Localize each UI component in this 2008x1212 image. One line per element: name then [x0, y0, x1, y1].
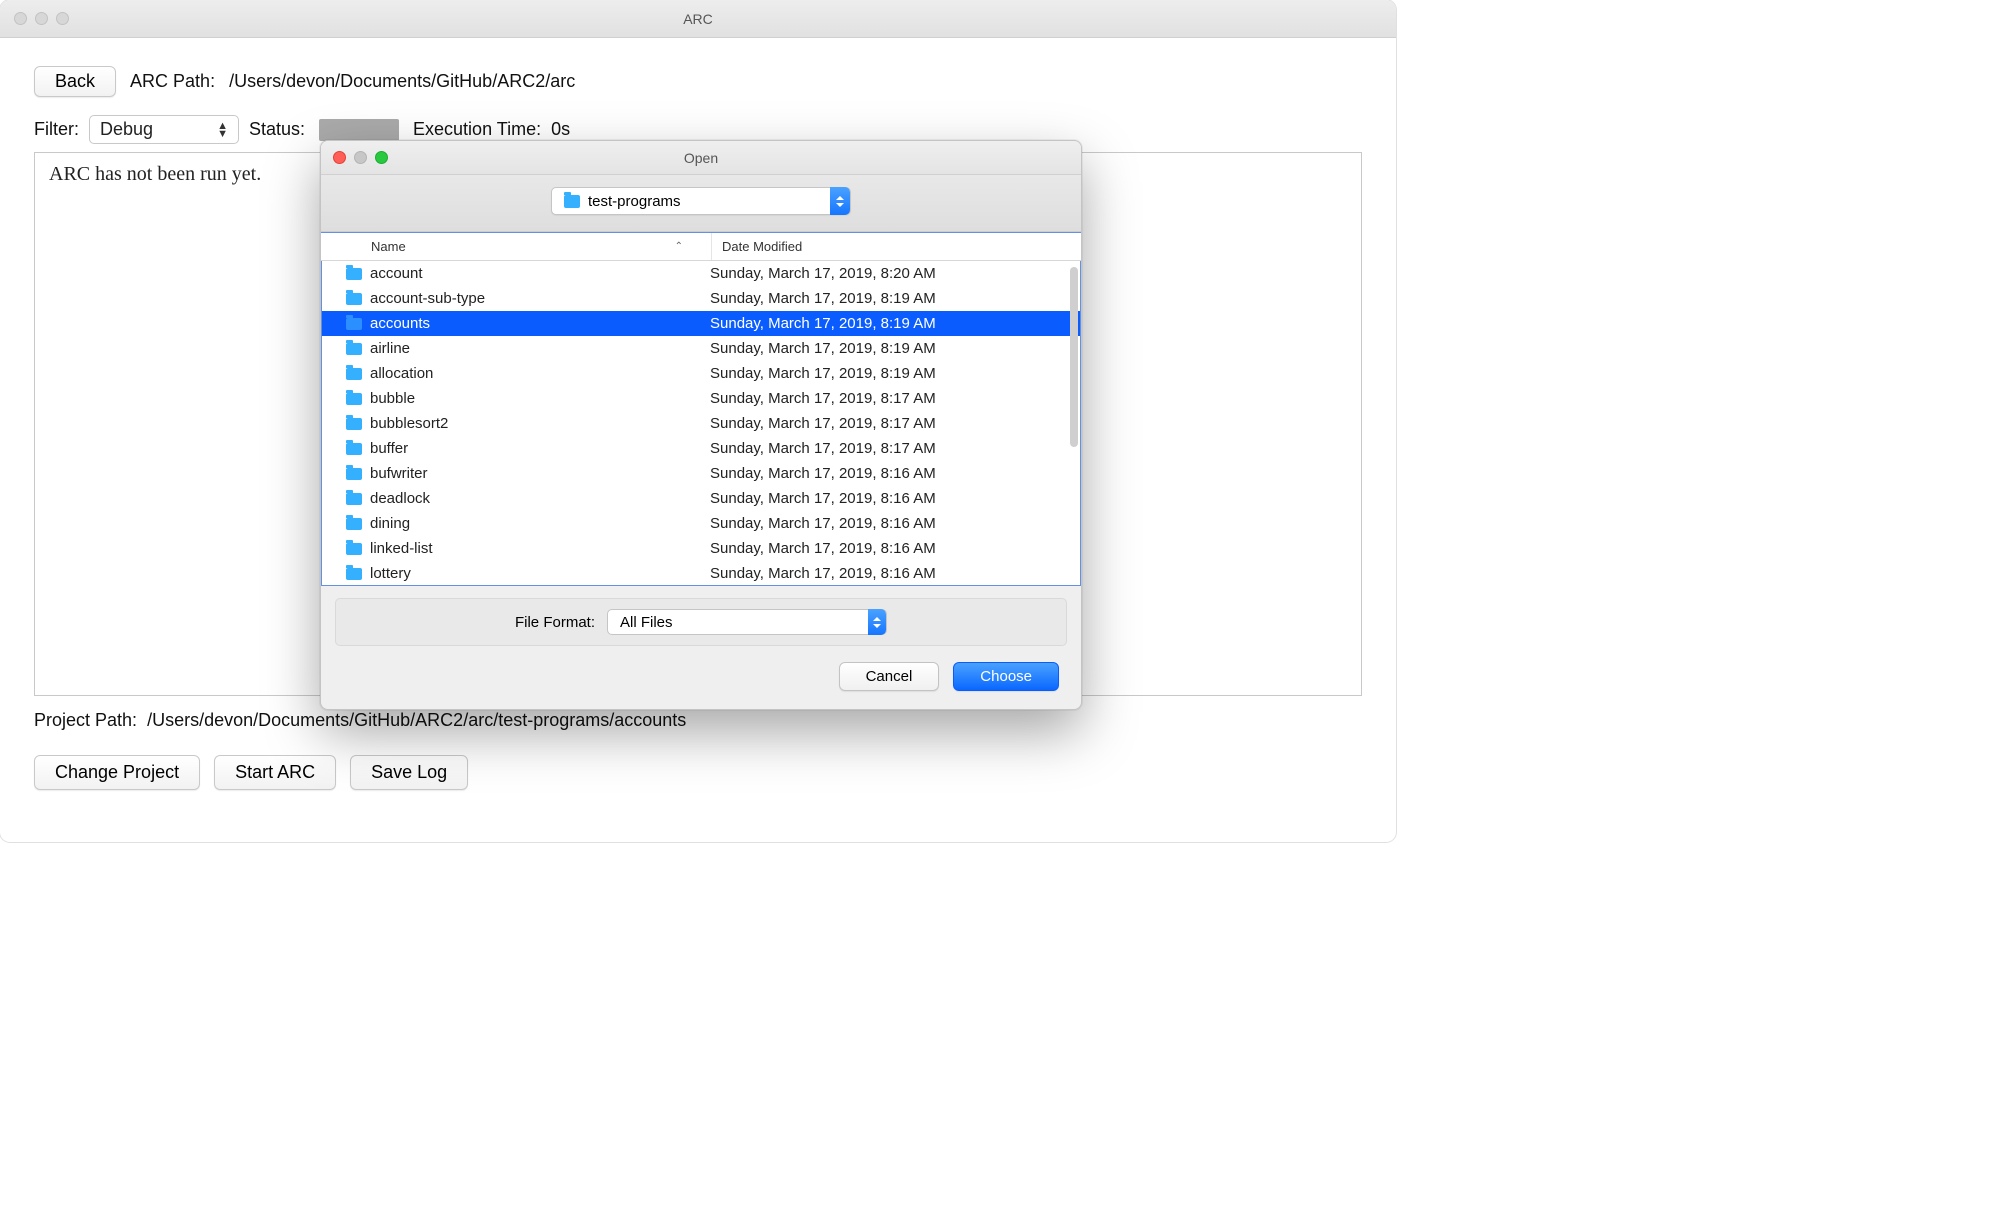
file-row[interactable]: diningSunday, March 17, 2019, 8:16 AM: [322, 511, 1080, 536]
list-header: Name ⌃ Date Modified: [321, 233, 1081, 261]
folder-icon: [346, 518, 362, 530]
file-date: Sunday, March 17, 2019, 8:20 AM: [710, 265, 1080, 282]
file-row[interactable]: linked-listSunday, March 17, 2019, 8:16 …: [322, 536, 1080, 561]
folder-icon: [346, 418, 362, 430]
file-row[interactable]: allocationSunday, March 17, 2019, 8:19 A…: [322, 361, 1080, 386]
file-name: account-sub-type: [370, 290, 710, 307]
file-date: Sunday, March 17, 2019, 8:19 AM: [710, 315, 1080, 332]
updown-icon: ▲▼: [217, 122, 228, 138]
file-format-bar: File Format: All Files: [335, 598, 1067, 646]
file-name: accounts: [370, 315, 710, 332]
filter-value: Debug: [100, 119, 153, 140]
file-name: allocation: [370, 365, 710, 382]
column-date-label: Date Modified: [722, 239, 802, 254]
file-date: Sunday, March 17, 2019, 8:16 AM: [710, 490, 1080, 507]
choose-button[interactable]: Choose: [953, 662, 1059, 691]
folder-icon: [346, 568, 362, 580]
open-dialog: Open test-programs Name ⌃ Date Modified …: [320, 140, 1082, 710]
project-path-label: Project Path:: [34, 710, 137, 731]
folder-icon: [346, 493, 362, 505]
column-date-header[interactable]: Date Modified: [711, 233, 1081, 260]
start-arc-button[interactable]: Start ARC: [214, 755, 336, 790]
status-label: Status:: [249, 119, 305, 140]
status-indicator: [319, 119, 399, 141]
file-date: Sunday, March 17, 2019, 8:17 AM: [710, 440, 1080, 457]
location-select[interactable]: test-programs: [551, 187, 851, 215]
file-row[interactable]: accountsSunday, March 17, 2019, 8:19 AM: [322, 311, 1080, 336]
file-row[interactable]: lotterySunday, March 17, 2019, 8:16 AM: [322, 561, 1080, 585]
file-date: Sunday, March 17, 2019, 8:19 AM: [710, 290, 1080, 307]
file-name: deadlock: [370, 490, 710, 507]
file-name: dining: [370, 515, 710, 532]
save-log-button[interactable]: Save Log: [350, 755, 468, 790]
file-name: lottery: [370, 565, 710, 582]
folder-icon: [346, 543, 362, 555]
file-date: Sunday, March 17, 2019, 8:17 AM: [710, 415, 1080, 432]
file-row[interactable]: bufferSunday, March 17, 2019, 8:17 AM: [322, 436, 1080, 461]
file-date: Sunday, March 17, 2019, 8:16 AM: [710, 540, 1080, 557]
file-name: bufwriter: [370, 465, 710, 482]
dialog-title: Open: [321, 150, 1081, 166]
filter-label: Filter:: [34, 119, 79, 140]
column-name-header[interactable]: Name ⌃: [321, 233, 711, 260]
dialog-titlebar[interactable]: Open: [321, 141, 1081, 175]
file-date: Sunday, March 17, 2019, 8:16 AM: [710, 515, 1080, 532]
folder-icon: [346, 268, 362, 280]
cancel-button[interactable]: Cancel: [839, 662, 940, 691]
exec-time-label: Execution Time:: [413, 119, 541, 140]
arc-path-value: /Users/devon/Documents/GitHub/ARC2/arc: [229, 71, 575, 92]
file-name: bubble: [370, 390, 710, 407]
action-row: Change Project Start ARC Save Log: [34, 755, 1362, 790]
location-value: test-programs: [588, 193, 830, 210]
folder-icon: [346, 293, 362, 305]
window-title: ARC: [0, 11, 1396, 27]
file-date: Sunday, March 17, 2019, 8:16 AM: [710, 465, 1080, 482]
file-row[interactable]: account-sub-typeSunday, March 17, 2019, …: [322, 286, 1080, 311]
exec-time-value: 0s: [551, 119, 570, 140]
file-name: bubblesort2: [370, 415, 710, 432]
file-date: Sunday, March 17, 2019, 8:16 AM: [710, 565, 1080, 582]
project-path-row: Project Path: /Users/devon/Documents/Git…: [34, 710, 1362, 731]
file-browser: Name ⌃ Date Modified accountSunday, Marc…: [321, 232, 1081, 586]
file-name: linked-list: [370, 540, 710, 557]
dialog-buttons: Cancel Choose: [321, 656, 1081, 709]
file-name: airline: [370, 340, 710, 357]
file-date: Sunday, March 17, 2019, 8:17 AM: [710, 390, 1080, 407]
file-date: Sunday, March 17, 2019, 8:19 AM: [710, 365, 1080, 382]
sort-ascending-icon: ⌃: [675, 241, 683, 252]
main-titlebar[interactable]: ARC: [0, 0, 1396, 38]
back-button[interactable]: Back: [34, 66, 116, 97]
project-path-value: /Users/devon/Documents/GitHub/ARC2/arc/t…: [147, 710, 686, 731]
file-row[interactable]: accountSunday, March 17, 2019, 8:20 AM: [322, 261, 1080, 286]
file-row[interactable]: deadlockSunday, March 17, 2019, 8:16 AM: [322, 486, 1080, 511]
folder-icon: [564, 195, 580, 208]
column-name-label: Name: [371, 239, 406, 254]
file-row[interactable]: bubbleSunday, March 17, 2019, 8:17 AM: [322, 386, 1080, 411]
dialog-toolbar: test-programs: [321, 175, 1081, 232]
folder-icon: [346, 318, 362, 330]
updown-icon[interactable]: [830, 187, 850, 215]
arc-path-label: ARC Path:: [130, 71, 215, 92]
folder-icon: [346, 343, 362, 355]
file-row[interactable]: bubblesort2Sunday, March 17, 2019, 8:17 …: [322, 411, 1080, 436]
scrollbar[interactable]: [1070, 267, 1078, 447]
folder-icon: [346, 443, 362, 455]
top-row: Back ARC Path: /Users/devon/Documents/Gi…: [34, 66, 1362, 97]
updown-icon[interactable]: [868, 609, 886, 635]
log-text: ARC has not been run yet.: [49, 163, 261, 185]
file-list[interactable]: accountSunday, March 17, 2019, 8:20 AMac…: [321, 261, 1081, 585]
folder-icon: [346, 468, 362, 480]
file-date: Sunday, March 17, 2019, 8:19 AM: [710, 340, 1080, 357]
filter-select[interactable]: Debug ▲▼: [89, 115, 239, 144]
file-format-label: File Format:: [515, 614, 595, 631]
file-name: buffer: [370, 440, 710, 457]
folder-icon: [346, 368, 362, 380]
file-row[interactable]: bufwriterSunday, March 17, 2019, 8:16 AM: [322, 461, 1080, 486]
file-format-select[interactable]: All Files: [607, 609, 887, 635]
file-row[interactable]: airlineSunday, March 17, 2019, 8:19 AM: [322, 336, 1080, 361]
change-project-button[interactable]: Change Project: [34, 755, 200, 790]
folder-icon: [346, 393, 362, 405]
file-name: account: [370, 265, 710, 282]
file-format-value: All Files: [608, 614, 868, 631]
